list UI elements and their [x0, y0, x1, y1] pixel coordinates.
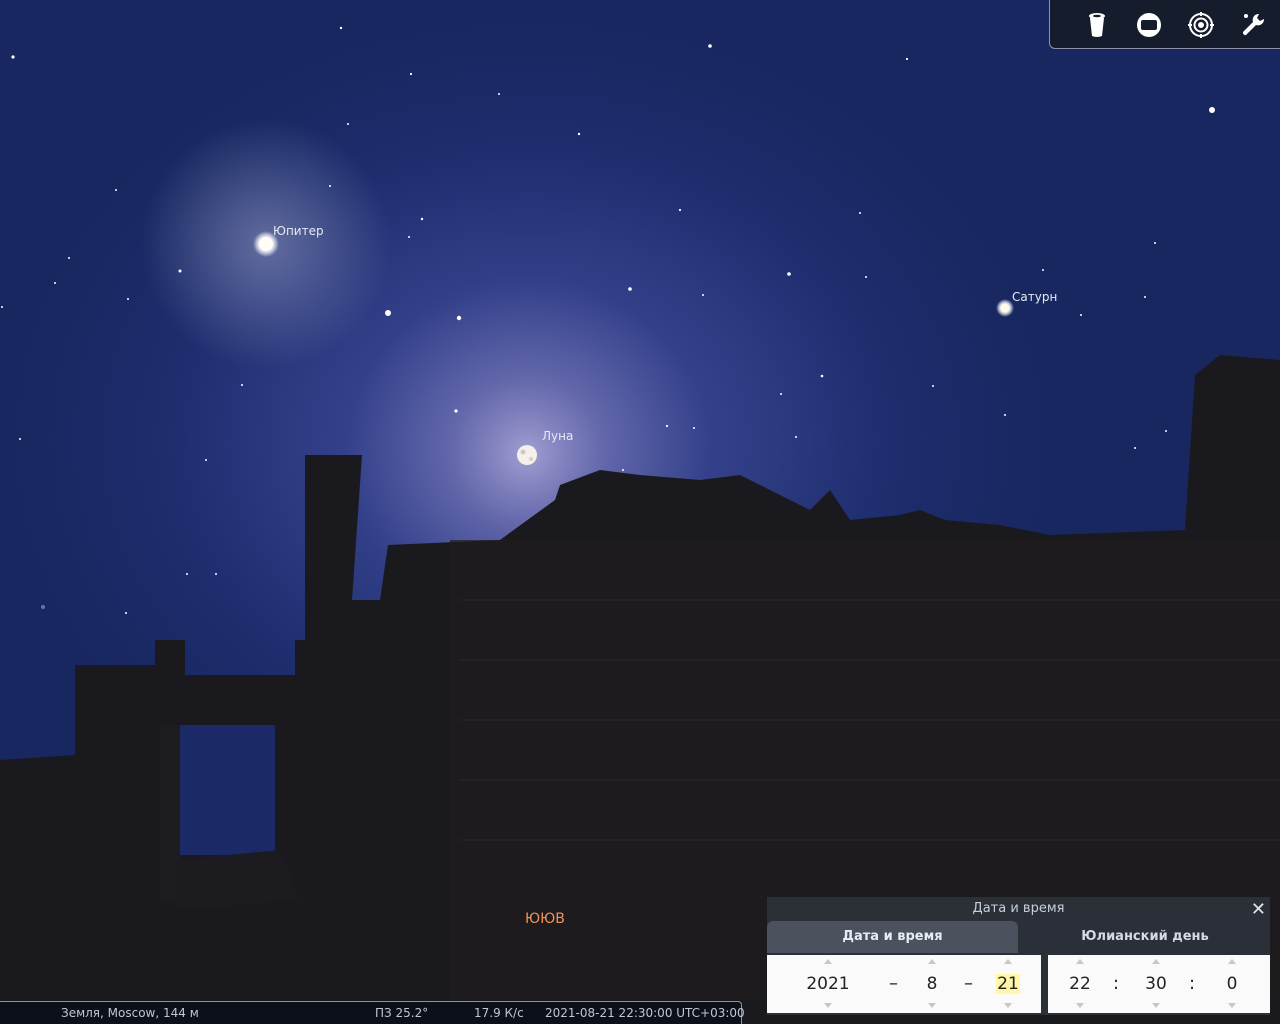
- second-spinbox[interactable]: 0: [1209, 974, 1255, 994]
- tab-date-time[interactable]: Дата и время: [767, 921, 1018, 953]
- day-down-arrow[interactable]: [1004, 1003, 1012, 1008]
- year-down-arrow[interactable]: [824, 1003, 832, 1008]
- tab-julian-day[interactable]: Юлианский день: [1020, 921, 1270, 953]
- sky-view[interactable]: [0, 0, 1280, 1024]
- top-toolbar: [1049, 0, 1280, 49]
- year-spinbox[interactable]: 2021: [805, 974, 851, 994]
- wrench-icon[interactable]: [1236, 8, 1270, 42]
- date-fields: 2021 – 8 – 21: [767, 955, 1041, 1013]
- month-up-arrow[interactable]: [928, 959, 936, 964]
- day-up-arrow[interactable]: [1004, 959, 1012, 964]
- second-down-arrow[interactable]: [1228, 1003, 1236, 1008]
- minute-down-arrow[interactable]: [1152, 1003, 1160, 1008]
- location-text[interactable]: Земля, Moscow, 144 м: [61, 1006, 199, 1020]
- year-up-arrow[interactable]: [824, 959, 832, 964]
- status-bar: Земля, Moscow, 144 м ПЗ 25.2° 17.9 К/с 2…: [0, 1001, 745, 1024]
- screen-rect-icon[interactable]: [1132, 8, 1166, 42]
- minute-spinbox[interactable]: 30: [1133, 974, 1179, 994]
- saturn-label[interactable]: Сатурн: [1012, 290, 1057, 304]
- month-down-arrow[interactable]: [928, 1003, 936, 1008]
- dialog-title[interactable]: Дата и время: [767, 901, 1270, 916]
- target-icon[interactable]: [1184, 8, 1218, 42]
- time-fields: 22 : 30 : 0: [1048, 955, 1270, 1013]
- month-spinbox[interactable]: 8: [909, 974, 955, 994]
- jupiter-label[interactable]: Юпитер: [273, 224, 324, 238]
- time-separator: :: [1113, 973, 1120, 994]
- hour-up-arrow[interactable]: [1076, 959, 1084, 964]
- time-separator: :: [1189, 973, 1196, 994]
- datetime-text[interactable]: 2021-08-21 22:30:00 UTC+03:00: [545, 1006, 745, 1020]
- trash-can-icon[interactable]: [1080, 8, 1114, 42]
- hour-down-arrow[interactable]: [1076, 1003, 1084, 1008]
- compass-direction-label: ЮЮВ: [525, 911, 565, 927]
- datetime-dialog: Дата и время ✕ Дата и время Юлианский де…: [767, 897, 1270, 1015]
- date-separator: –: [889, 973, 898, 994]
- moon[interactable]: [517, 445, 537, 465]
- day-spinbox[interactable]: 21: [996, 974, 1020, 994]
- fps-text: 17.9 К/с: [474, 1006, 524, 1020]
- close-icon[interactable]: ✕: [1251, 899, 1266, 920]
- date-separator: –: [964, 973, 973, 994]
- second-up-arrow[interactable]: [1228, 959, 1236, 964]
- hour-spinbox[interactable]: 22: [1057, 974, 1103, 994]
- minute-up-arrow[interactable]: [1152, 959, 1160, 964]
- fov-text: ПЗ 25.2°: [375, 1006, 429, 1020]
- moon-label[interactable]: Луна: [542, 429, 573, 443]
